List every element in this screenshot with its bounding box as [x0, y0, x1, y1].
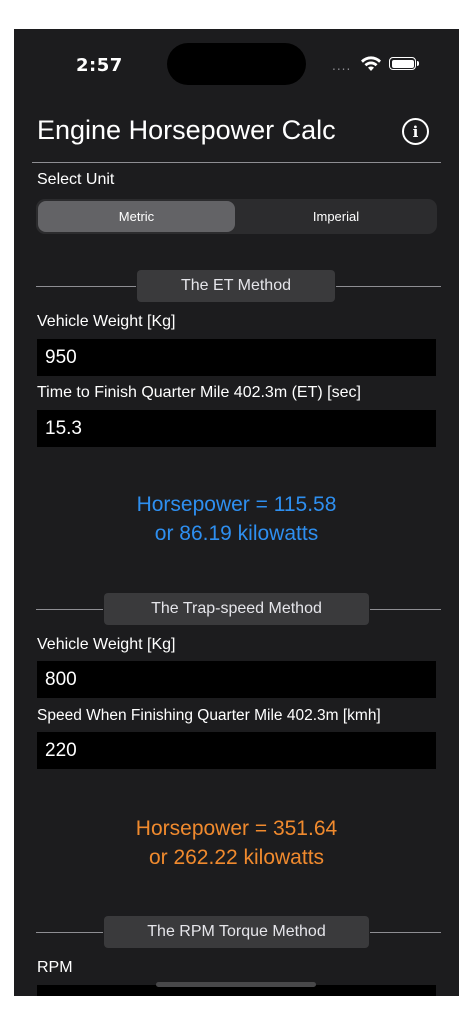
trap-speed-input[interactable]: 220: [37, 732, 436, 769]
trap-result-kw: or 262.22 kilowatts: [148, 846, 325, 869]
battery-tip: [417, 61, 419, 66]
select-unit-label: Select Unit: [37, 171, 115, 188]
section-header-trap: The Trap-speed Method: [104, 593, 369, 625]
section-line-right: [336, 286, 441, 287]
rpm-label: RPM: [37, 959, 73, 976]
segment-imperial[interactable]: Imperial: [237, 201, 435, 232]
home-indicator: [156, 982, 316, 987]
info-icon[interactable]: i: [402, 118, 429, 145]
et-time-label: Time to Finish Quarter Mile 402.3m (ET) …: [37, 384, 361, 401]
section-line-left: [36, 286, 136, 287]
section-line-right: [370, 932, 441, 933]
trap-weight-label: Vehicle Weight [Kg]: [37, 636, 176, 653]
unit-segmented-control: Metric Imperial: [36, 199, 437, 234]
trap-result-hp: Horsepower = 351.64: [135, 817, 338, 840]
header-divider: [32, 162, 441, 163]
dynamic-island: [167, 43, 306, 85]
signal-icon: ....: [332, 59, 352, 73]
section-header-et: The ET Method: [137, 270, 335, 302]
page-title: Engine Horsepower Calc: [37, 115, 336, 145]
et-weight-input[interactable]: 950: [37, 339, 436, 376]
trap-weight-input[interactable]: 800: [37, 661, 436, 698]
wifi-icon: [361, 56, 381, 71]
battery-icon: [389, 57, 416, 70]
status-time: 2:57: [76, 55, 123, 76]
et-result: Horsepower = 115.58 or 86.19 kilowatts: [14, 490, 459, 548]
et-result-kw: or 86.19 kilowatts: [154, 522, 319, 545]
et-result-hp: Horsepower = 115.58: [136, 493, 337, 516]
section-line-left: [36, 609, 103, 610]
section-line-right: [370, 609, 441, 610]
trap-speed-label: Speed When Finishing Quarter Mile 402.3m…: [37, 707, 381, 724]
section-line-left: [36, 932, 103, 933]
segment-metric[interactable]: Metric: [38, 201, 235, 232]
trap-result: Horsepower = 351.64 or 262.22 kilowatts: [14, 814, 459, 872]
section-header-rpm: The RPM Torque Method: [104, 916, 369, 948]
et-weight-label: Vehicle Weight [Kg]: [37, 313, 176, 330]
et-time-input[interactable]: 15.3: [37, 410, 436, 447]
app-screen: 2:57 .... Engine Horsepower Calc i Selec…: [14, 29, 459, 996]
